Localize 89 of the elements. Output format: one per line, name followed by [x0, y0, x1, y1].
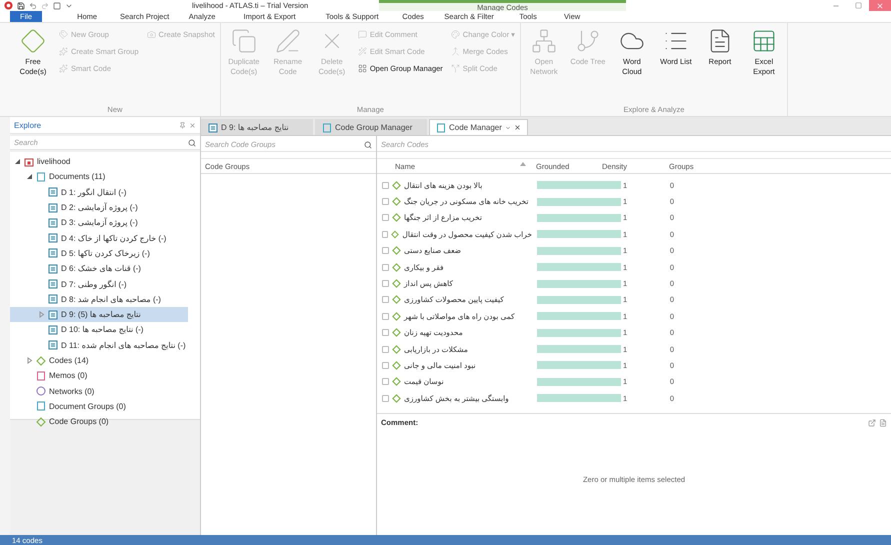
tree-item[interactable]: Documents (11) — [10, 169, 188, 185]
document-groups-icon — [436, 122, 446, 132]
tree-item[interactable]: D 11: نتایج مصاحبه های انجام شده (-) — [10, 338, 188, 353]
expander-icon[interactable] — [14, 158, 21, 166]
external-link-icon[interactable] — [868, 418, 876, 426]
window-icon[interactable] — [53, 2, 61, 10]
document-icon — [48, 310, 58, 320]
checkbox[interactable] — [382, 296, 389, 304]
checkbox[interactable] — [382, 329, 389, 336]
documents-icon — [36, 172, 46, 182]
project-icon — [24, 156, 34, 167]
code-groups-icon — [36, 416, 46, 427]
tree-item[interactable]: D 5: زیرخاک کردن تاکها (-) — [10, 246, 188, 262]
document-icon — [208, 122, 218, 132]
pane-title: Explore — [14, 120, 42, 130]
palette-icon — [450, 30, 460, 39]
checkbox[interactable] — [382, 198, 389, 206]
document-icon — [48, 294, 58, 304]
checkbox[interactable] — [382, 264, 389, 271]
document-tab[interactable]: Code Manager — [429, 119, 528, 135]
comment-icon — [358, 30, 367, 39]
copy-icon — [230, 28, 257, 54]
checkbox[interactable] — [382, 362, 389, 369]
document-icon — [48, 187, 58, 198]
merge-icon — [450, 47, 460, 56]
document-icon — [48, 279, 58, 290]
split-icon — [450, 64, 460, 73]
tree-item[interactable]: D 3: پروژه آزمایشی (-) — [10, 215, 188, 230]
checkbox[interactable] — [382, 230, 388, 238]
tree-item[interactable]: D 8: مصاحبه های انجام شد (-) — [10, 292, 188, 307]
checkbox[interactable] — [382, 346, 389, 353]
grid-icon — [358, 64, 367, 73]
codes-icon — [36, 356, 46, 366]
tree-item[interactable]: Codes (14) — [10, 352, 188, 368]
tags-icon — [59, 30, 68, 39]
network-icon — [530, 28, 557, 54]
document-tab[interactable]: D 9: نتایج مصاحبه ها — [201, 119, 313, 135]
tree-item[interactable]: D 6: قنات های خشک (-) — [10, 261, 188, 276]
tree-item[interactable]: D 2: پروژه آزمایشی (-) — [10, 200, 188, 216]
document-groups-icon — [36, 401, 46, 412]
tree-item[interactable]: Memos (0) — [10, 368, 188, 384]
close-icon[interactable] — [514, 124, 521, 131]
tree-item[interactable]: D 4: خارج کردن تاکها از خاک (-) — [10, 230, 188, 246]
document-icon — [48, 233, 58, 244]
tree-item[interactable]: Networks (0) — [10, 383, 188, 399]
document-tab[interactable]: Code Group Manager — [315, 119, 427, 135]
document-icon — [48, 248, 58, 258]
networks-icon — [36, 386, 46, 396]
redo-icon[interactable] — [41, 2, 49, 10]
tree-icon — [574, 28, 601, 54]
checkbox[interactable] — [382, 182, 389, 189]
document-icon[interactable] — [879, 418, 887, 426]
tree-item[interactable]: D 7: انگور وطنی (-) — [10, 276, 188, 292]
camera-icon — [146, 30, 156, 39]
save-icon[interactable] — [17, 2, 25, 10]
pin-icon[interactable] — [179, 122, 186, 128]
memos-icon — [36, 370, 46, 381]
undo-icon[interactable] — [29, 2, 37, 10]
checkbox[interactable] — [382, 378, 389, 386]
dropdown-icon[interactable] — [504, 124, 511, 130]
pen-icon — [274, 28, 301, 54]
search-icon — [364, 140, 372, 148]
document-icon — [48, 202, 58, 213]
document-icon — [48, 324, 58, 335]
sparkles-icon — [59, 47, 68, 56]
checkbox[interactable] — [382, 214, 389, 222]
search-icon — [188, 138, 196, 146]
tree-item[interactable]: D 10: نتایج مصاحبه ها (-) — [10, 322, 188, 338]
checkbox[interactable] — [382, 247, 389, 254]
checkbox[interactable] — [382, 280, 389, 288]
wand-icon — [358, 47, 367, 56]
document-icon — [48, 340, 58, 350]
document-icon — [48, 264, 58, 274]
close-icon — [876, 2, 884, 10]
tree-item[interactable]: D 1: انتقال انگور (-) — [10, 184, 188, 200]
expander-icon[interactable] — [26, 173, 33, 180]
tree-item[interactable]: Code Groups (0) — [10, 414, 188, 430]
tree-item[interactable]: livelihood — [10, 154, 188, 170]
tree-item[interactable]: Document Groups (0) — [10, 398, 188, 414]
close-button[interactable] — [869, 0, 891, 11]
diamond-icon — [20, 28, 46, 54]
document-icon — [48, 218, 58, 228]
restore-icon — [854, 2, 862, 9]
spreadsheet-icon — [750, 28, 777, 54]
tree-item[interactable]: D 9: نتایج مصاحبه ها (5) — [10, 306, 188, 322]
checkbox[interactable] — [382, 394, 389, 402]
sparkles-icon — [59, 64, 68, 73]
checkbox[interactable] — [382, 312, 389, 320]
document-groups-icon — [322, 122, 332, 132]
